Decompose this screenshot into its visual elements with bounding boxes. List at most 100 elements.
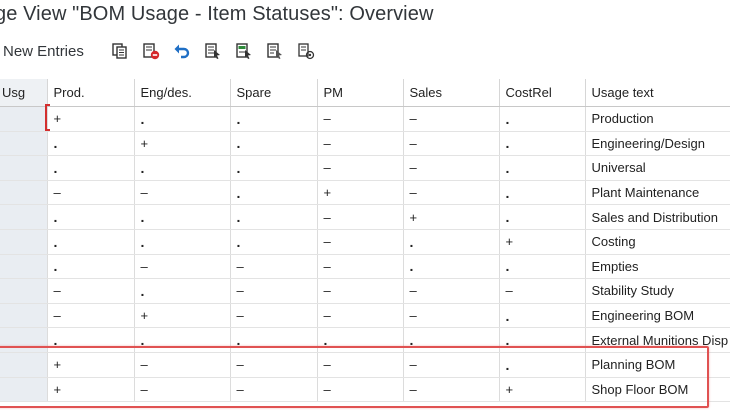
column-header-pm[interactable]: PM <box>317 79 404 107</box>
print-icon[interactable] <box>296 41 316 61</box>
row-selector[interactable] <box>0 180 48 206</box>
usage-text-cell[interactable]: External Munitions Disp <box>585 327 730 353</box>
row-selector[interactable] <box>0 278 48 304</box>
usage-text-cell[interactable]: Costing <box>585 229 730 255</box>
status-cell-pm[interactable]: – <box>317 106 404 132</box>
row-selector[interactable] <box>0 204 48 230</box>
status-cell-spare[interactable]: . <box>230 106 318 132</box>
status-cell-costrel[interactable]: . <box>499 352 586 378</box>
status-cell-costrel[interactable]: . <box>499 155 586 181</box>
status-cell-eng[interactable]: . <box>134 278 231 304</box>
copy-icon[interactable] <box>110 41 130 61</box>
row-selector[interactable] <box>0 229 48 255</box>
status-cell-eng[interactable]: + <box>134 131 231 157</box>
undo-icon[interactable] <box>172 41 192 61</box>
status-cell-prod[interactable]: . <box>47 131 135 157</box>
status-cell-costrel[interactable]: – <box>499 278 586 304</box>
usage-text-cell[interactable]: Plant Maintenance <box>585 180 730 206</box>
status-cell-pm[interactable]: – <box>317 254 404 280</box>
status-cell-sales[interactable]: . <box>403 327 500 353</box>
status-cell-costrel[interactable]: . <box>499 180 586 206</box>
status-cell-costrel[interactable]: . <box>499 327 586 353</box>
status-cell-costrel[interactable]: + <box>499 377 586 403</box>
status-cell-sales[interactable]: – <box>403 303 500 329</box>
status-cell-prod[interactable]: + <box>47 352 135 378</box>
status-cell-spare[interactable]: – <box>230 377 318 403</box>
status-cell-pm[interactable]: + <box>317 180 404 206</box>
status-cell-sales[interactable]: – <box>403 352 500 378</box>
column-header-usage-text[interactable]: Usage text <box>585 79 730 107</box>
status-cell-eng[interactable]: . <box>134 204 231 230</box>
status-cell-prod[interactable]: – <box>47 278 135 304</box>
status-cell-costrel[interactable]: . <box>499 303 586 329</box>
row-selector[interactable] <box>0 155 48 181</box>
select-block-icon[interactable] <box>234 41 254 61</box>
status-cell-prod[interactable]: . <box>47 204 135 230</box>
status-cell-sales[interactable]: – <box>403 278 500 304</box>
column-header-usg[interactable]: Usg <box>0 79 48 107</box>
row-selector[interactable] <box>0 352 48 378</box>
usage-text-cell[interactable]: Stability Study <box>585 278 730 304</box>
status-cell-sales[interactable]: . <box>403 229 500 255</box>
status-cell-sales[interactable]: . <box>403 254 500 280</box>
status-cell-pm[interactable]: – <box>317 229 404 255</box>
row-selector[interactable] <box>0 131 48 157</box>
status-cell-sales[interactable]: – <box>403 155 500 181</box>
status-cell-sales[interactable]: – <box>403 106 500 132</box>
status-cell-spare[interactable]: . <box>230 327 318 353</box>
delete-icon[interactable] <box>141 41 161 61</box>
status-cell-pm[interactable]: . <box>317 327 404 353</box>
status-cell-prod[interactable]: . <box>47 155 135 181</box>
status-cell-sales[interactable]: – <box>403 131 500 157</box>
column-header-sales[interactable]: Sales <box>403 79 500 107</box>
column-header-costrel[interactable]: CostRel <box>499 79 586 107</box>
status-cell-costrel[interactable]: . <box>499 254 586 280</box>
row-selector[interactable] <box>0 327 48 353</box>
status-cell-spare[interactable]: . <box>230 229 318 255</box>
column-header-eng-des[interactable]: Eng/des. <box>134 79 231 107</box>
usage-text-cell[interactable]: Planning BOM <box>585 352 730 378</box>
status-cell-pm[interactable]: – <box>317 204 404 230</box>
status-cell-costrel[interactable]: . <box>499 204 586 230</box>
status-cell-pm[interactable]: – <box>317 352 404 378</box>
status-cell-eng[interactable]: – <box>134 180 231 206</box>
deselect-all-icon[interactable] <box>265 41 285 61</box>
usage-text-cell[interactable]: Shop Floor BOM <box>585 377 730 403</box>
usage-text-cell[interactable]: Engineering/Design <box>585 131 730 157</box>
status-cell-pm[interactable]: – <box>317 377 404 403</box>
status-cell-pm[interactable]: – <box>317 278 404 304</box>
usage-text-cell[interactable]: Production <box>585 106 730 132</box>
status-cell-spare[interactable]: – <box>230 278 318 304</box>
status-cell-sales[interactable]: – <box>403 180 500 206</box>
row-selector[interactable] <box>0 254 48 280</box>
status-cell-eng[interactable]: – <box>134 352 231 378</box>
status-cell-costrel[interactable]: + <box>499 229 586 255</box>
status-cell-prod[interactable]: . <box>47 327 135 353</box>
select-all-icon[interactable] <box>203 41 223 61</box>
status-cell-pm[interactable]: – <box>317 131 404 157</box>
status-cell-sales[interactable]: – <box>403 377 500 403</box>
row-selector[interactable] <box>0 303 48 329</box>
status-cell-sales[interactable]: + <box>403 204 500 230</box>
column-header-prod[interactable]: Prod. <box>47 79 135 107</box>
row-selector[interactable] <box>0 106 48 132</box>
status-cell-costrel[interactable]: . <box>499 131 586 157</box>
status-cell-prod[interactable]: . <box>47 229 135 255</box>
status-cell-eng[interactable]: + <box>134 303 231 329</box>
column-header-spare[interactable]: Spare <box>230 79 318 107</box>
status-cell-eng[interactable]: . <box>134 327 231 353</box>
status-cell-eng[interactable]: – <box>134 377 231 403</box>
status-cell-eng[interactable]: . <box>134 229 231 255</box>
status-cell-spare[interactable]: . <box>230 180 318 206</box>
usage-text-cell[interactable]: Empties <box>585 254 730 280</box>
status-cell-prod[interactable]: + <box>47 377 135 403</box>
status-cell-costrel[interactable]: . <box>499 106 586 132</box>
status-cell-eng[interactable]: . <box>134 155 231 181</box>
usage-text-cell[interactable]: Universal <box>585 155 730 181</box>
status-cell-spare[interactable]: . <box>230 204 318 230</box>
usage-text-cell[interactable]: Engineering BOM <box>585 303 730 329</box>
status-cell-spare[interactable]: – <box>230 352 318 378</box>
status-cell-prod[interactable]: – <box>47 303 135 329</box>
status-cell-eng[interactable]: . <box>134 106 231 132</box>
status-cell-prod[interactable]: + <box>47 106 135 132</box>
